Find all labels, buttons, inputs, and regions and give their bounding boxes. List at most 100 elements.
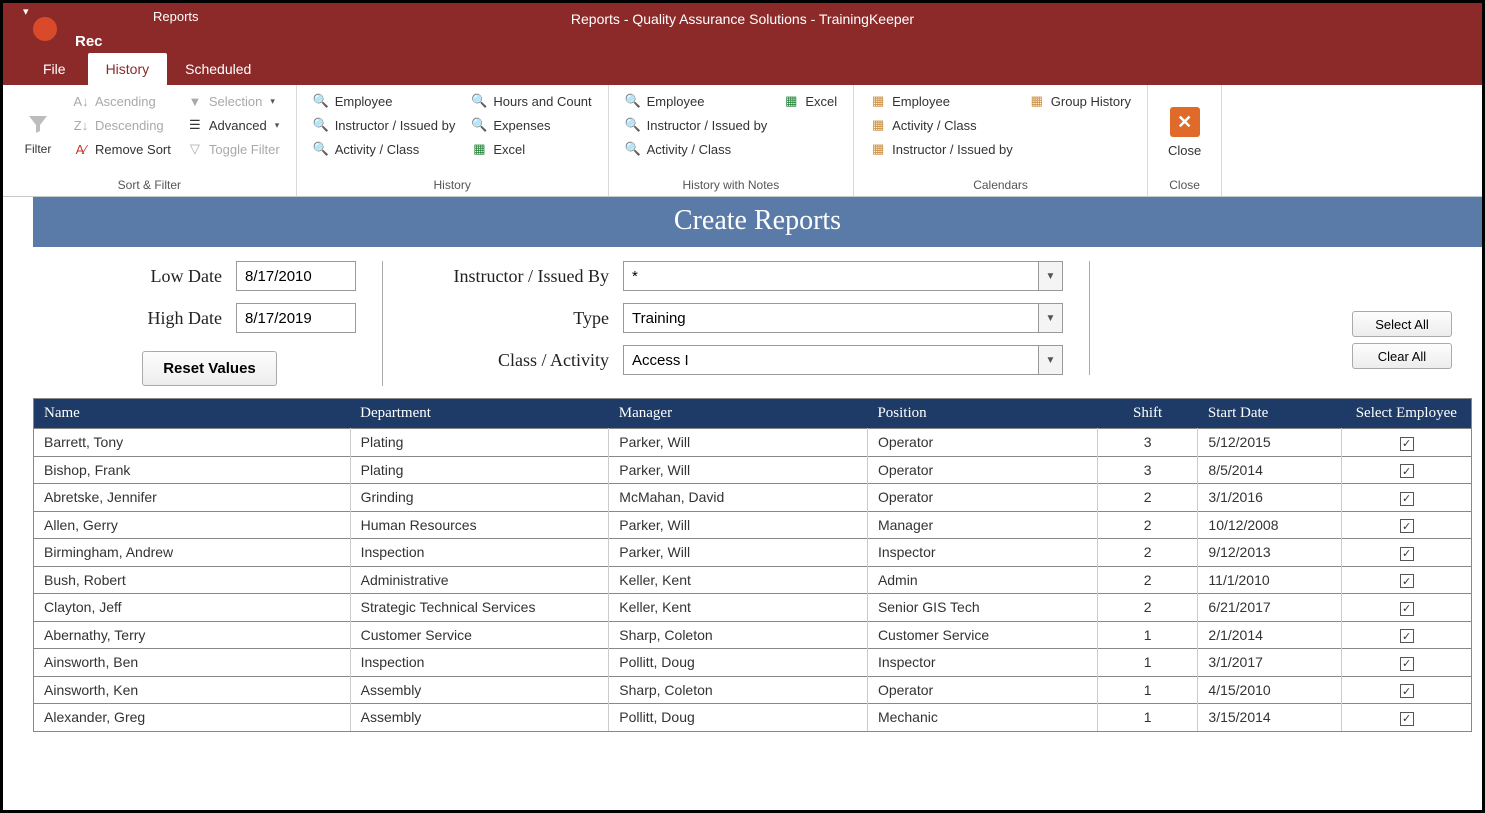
cell-position: Inspector	[867, 539, 1097, 567]
checkbox-icon[interactable]	[1400, 519, 1414, 533]
notes-employee-button[interactable]: 🔍Employee	[621, 91, 772, 111]
close-button[interactable]: ✕ Close	[1156, 89, 1213, 176]
type-combo[interactable]	[623, 303, 1039, 333]
cell-department: Human Resources	[350, 511, 609, 539]
tab-history[interactable]: History	[88, 53, 168, 85]
class-combo[interactable]	[623, 345, 1039, 375]
reset-values-button[interactable]: Reset Values	[142, 351, 277, 386]
tab-scheduled[interactable]: Scheduled	[167, 53, 269, 85]
col-start-date[interactable]: Start Date	[1198, 399, 1342, 429]
table-row[interactable]: Ainsworth, KenAssemblySharp, ColetonOper…	[34, 676, 1471, 704]
notes-excel-button[interactable]: ▦Excel	[779, 91, 841, 111]
history-expenses-button[interactable]: 🔍Expenses	[467, 115, 595, 135]
history-employee-label: Employee	[335, 94, 393, 109]
advanced-button[interactable]: ☰Advanced▾	[183, 115, 284, 135]
checkbox-icon[interactable]	[1400, 629, 1414, 643]
cell-manager: Parker, Will	[609, 456, 868, 484]
checkbox-icon[interactable]	[1400, 547, 1414, 561]
col-name[interactable]: Name	[34, 399, 350, 429]
cell-manager: Pollitt, Doug	[609, 649, 868, 677]
cell-select[interactable]	[1342, 621, 1471, 649]
cal-activity-label: Activity / Class	[892, 118, 977, 133]
instructor-dropdown-icon[interactable]: ▼	[1039, 261, 1063, 291]
cell-select[interactable]	[1342, 676, 1471, 704]
cell-select[interactable]	[1342, 704, 1471, 731]
clear-all-button[interactable]: Clear All	[1352, 343, 1452, 369]
low-date-input[interactable]	[236, 261, 356, 291]
tab-file[interactable]: File	[21, 53, 88, 85]
table-row[interactable]: Alexander, GregAssemblyPollitt, DougMech…	[34, 704, 1471, 731]
cell-manager: Pollitt, Doug	[609, 704, 868, 731]
checkbox-icon[interactable]	[1400, 437, 1414, 451]
col-department[interactable]: Department	[350, 399, 609, 429]
cell-select[interactable]	[1342, 649, 1471, 677]
cell-select[interactable]	[1342, 566, 1471, 594]
table-row[interactable]: Abretske, JenniferGrindingMcMahan, David…	[34, 484, 1471, 512]
group-label-sort: Sort & Filter	[11, 176, 288, 196]
instructor-combo[interactable]	[623, 261, 1039, 291]
filter-button[interactable]: Filter	[11, 89, 65, 176]
history-hours-button[interactable]: 🔍Hours and Count	[467, 91, 595, 111]
cell-select[interactable]	[1342, 539, 1471, 567]
preview-icon: 🔍	[313, 117, 329, 133]
type-dropdown-icon[interactable]: ▼	[1039, 303, 1063, 333]
preview-icon: 🔍	[313, 93, 329, 109]
history-instructor-button[interactable]: 🔍Instructor / Issued by	[309, 115, 460, 135]
cell-name: Clayton, Jeff	[34, 594, 350, 622]
title-bar: ▾ Rec Reports Reports - Quality Assuranc…	[3, 3, 1482, 51]
cell-select[interactable]	[1342, 511, 1471, 539]
advanced-icon: ☰	[187, 117, 203, 133]
col-shift[interactable]: Shift	[1097, 399, 1198, 429]
cell-manager: McMahan, David	[609, 484, 868, 512]
checkbox-icon[interactable]	[1400, 684, 1414, 698]
col-manager[interactable]: Manager	[609, 399, 868, 429]
table-row[interactable]: Abernathy, TerryCustomer ServiceSharp, C…	[34, 621, 1471, 649]
col-position[interactable]: Position	[867, 399, 1097, 429]
checkbox-icon[interactable]	[1400, 464, 1414, 478]
cal-employee-button[interactable]: ▦Employee	[866, 91, 1017, 111]
cell-start-date: 3/1/2016	[1198, 484, 1342, 512]
table-row[interactable]: Clayton, JeffStrategic Technical Service…	[34, 594, 1471, 622]
cell-select[interactable]	[1342, 456, 1471, 484]
table-row[interactable]: Birmingham, AndrewInspectionParker, Will…	[34, 539, 1471, 567]
preview-icon: 🔍	[471, 93, 487, 109]
descending-button[interactable]: Z↓Descending	[69, 115, 175, 135]
quick-access-toolbar[interactable]: ▾	[23, 5, 29, 18]
cell-select[interactable]	[1342, 429, 1471, 457]
selection-button[interactable]: ▼Selection▾	[183, 91, 284, 111]
col-select[interactable]: Select Employee	[1342, 399, 1471, 429]
high-date-input[interactable]	[236, 303, 356, 333]
history-activity-button[interactable]: 🔍Activity / Class	[309, 139, 460, 159]
checkbox-icon[interactable]	[1400, 712, 1414, 726]
cell-select[interactable]	[1342, 594, 1471, 622]
advanced-label: Advanced	[209, 118, 267, 133]
history-excel-button[interactable]: ▦Excel	[467, 139, 595, 159]
select-all-button[interactable]: Select All	[1352, 311, 1452, 337]
notes-instructor-button[interactable]: 🔍Instructor / Issued by	[621, 115, 772, 135]
cal-instructor-button[interactable]: ▦Instructor / Issued by	[866, 139, 1017, 159]
notes-activity-button[interactable]: 🔍Activity / Class	[621, 139, 772, 159]
table-row[interactable]: Barrett, TonyPlatingParker, WillOperator…	[34, 429, 1471, 457]
remove-sort-button[interactable]: A⁄Remove Sort	[69, 139, 175, 159]
ribbon-tabs: File History Scheduled	[3, 51, 1482, 85]
ascending-button[interactable]: A↓Ascending	[69, 91, 175, 111]
cal-activity-button[interactable]: ▦Activity / Class	[866, 115, 1017, 135]
checkbox-icon[interactable]	[1400, 492, 1414, 506]
checkbox-icon[interactable]	[1400, 602, 1414, 616]
table-row[interactable]: Bush, RobertAdministrativeKeller, KentAd…	[34, 566, 1471, 594]
cell-department: Inspection	[350, 539, 609, 567]
history-employee-button[interactable]: 🔍 Employee	[309, 91, 460, 111]
checkbox-icon[interactable]	[1400, 574, 1414, 588]
notes-activity-label: Activity / Class	[647, 142, 732, 157]
toggle-filter-button[interactable]: ▽Toggle Filter	[183, 139, 284, 159]
table-row[interactable]: Ainsworth, BenInspectionPollitt, DougIns…	[34, 649, 1471, 677]
cal-group-history-button[interactable]: ▦Group History	[1025, 91, 1135, 111]
class-dropdown-icon[interactable]: ▼	[1039, 345, 1063, 375]
table-row[interactable]: Allen, GerryHuman ResourcesParker, WillM…	[34, 511, 1471, 539]
cell-name: Bush, Robert	[34, 566, 350, 594]
table-row[interactable]: Bishop, FrankPlatingParker, WillOperator…	[34, 456, 1471, 484]
instructor-label: Instructor / Issued By	[409, 266, 609, 287]
cell-department: Customer Service	[350, 621, 609, 649]
cell-select[interactable]	[1342, 484, 1471, 512]
checkbox-icon[interactable]	[1400, 657, 1414, 671]
